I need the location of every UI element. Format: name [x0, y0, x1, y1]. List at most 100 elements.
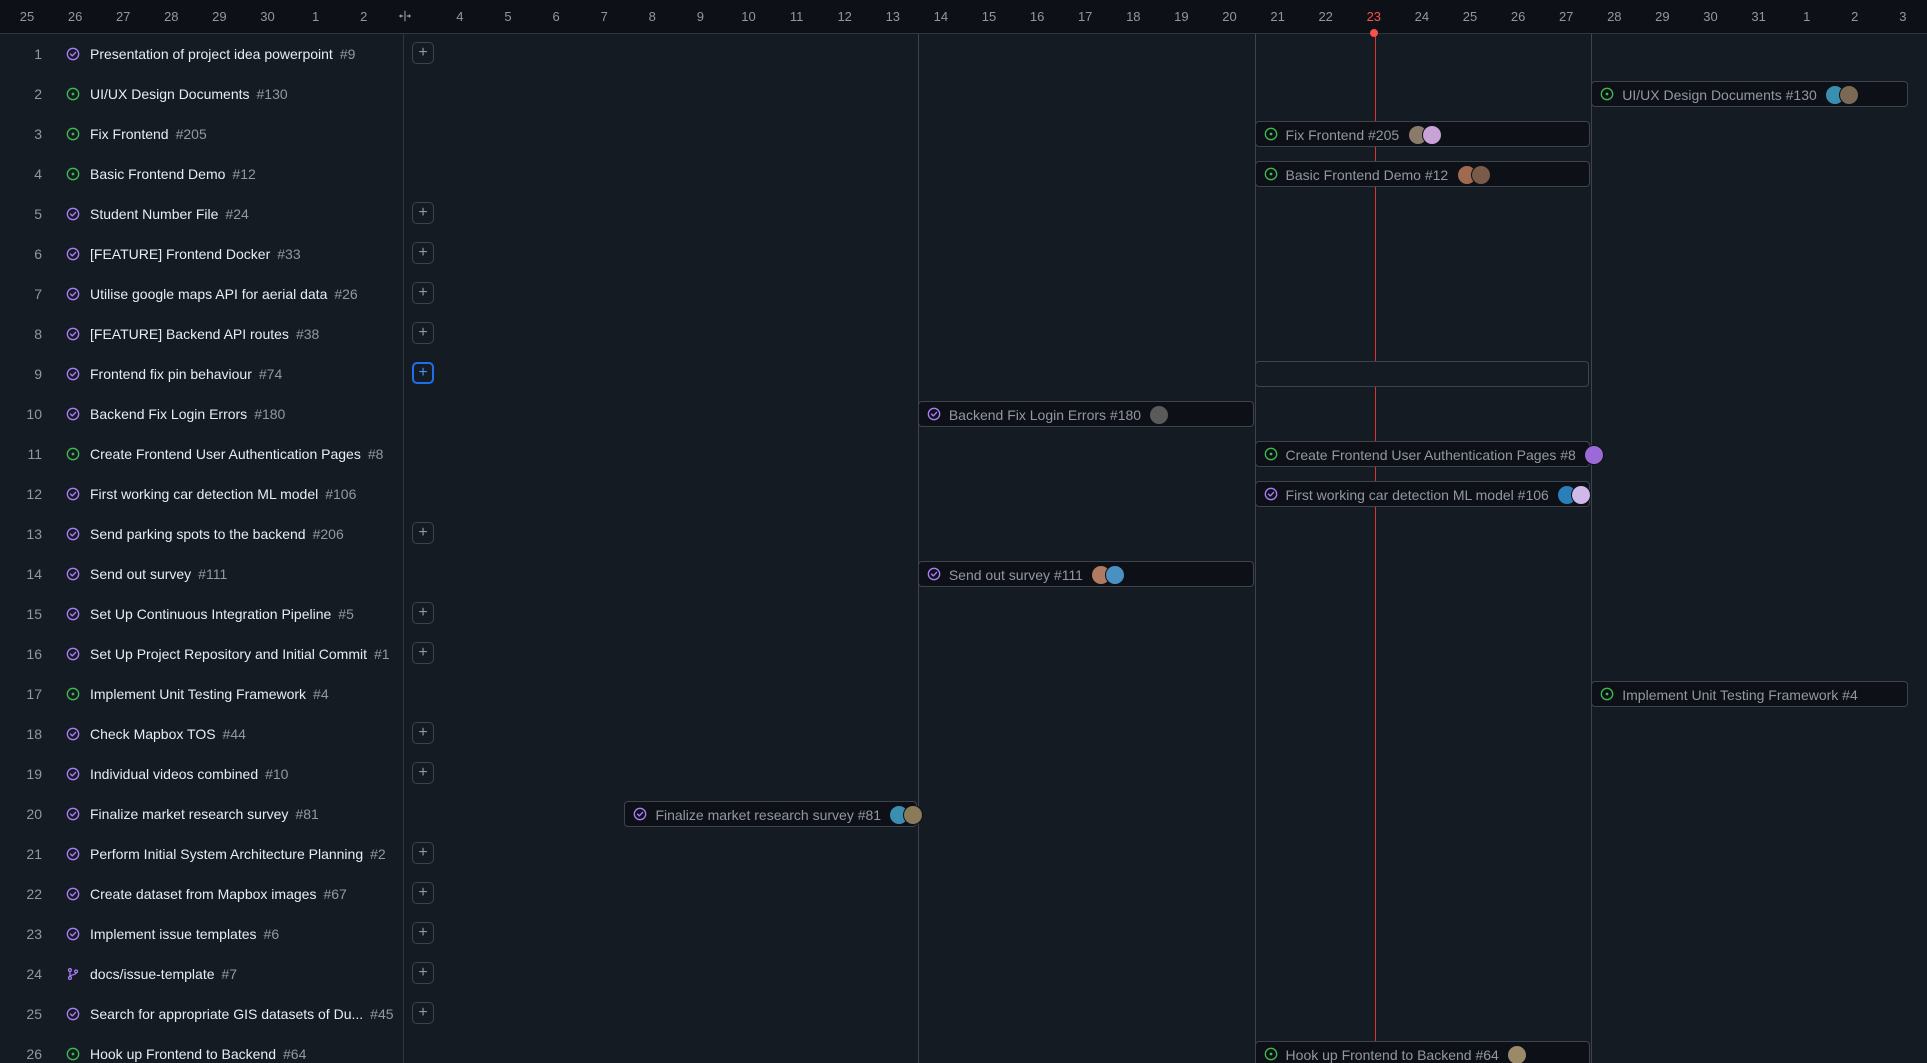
avatar[interactable]: [1421, 125, 1442, 145]
issue-title-text[interactable]: Finalize market research survey: [90, 806, 288, 822]
avatar[interactable]: [903, 805, 924, 825]
issue-title-text[interactable]: Presentation of project idea powerpoint: [90, 46, 333, 62]
issue-title[interactable]: Implement issue templates #6: [90, 926, 279, 942]
add-date-button[interactable]: +: [412, 1002, 434, 1024]
table-row[interactable]: 17 Implement Unit Testing Framework #4: [0, 674, 403, 715]
issue-title[interactable]: Check Mapbox TOS #44: [90, 726, 246, 742]
issue-title[interactable]: Basic Frontend Demo #12: [90, 166, 256, 182]
table-row[interactable]: 5 Student Number File #24: [0, 194, 403, 235]
assignee-avatars[interactable]: [1556, 485, 1591, 505]
table-row[interactable]: 20 Finalize market research survey #81: [0, 794, 403, 835]
issue-title-text[interactable]: [FEATURE] Frontend Docker: [90, 246, 270, 262]
issue-title-text[interactable]: Set Up Project Repository and Initial Co…: [90, 646, 367, 662]
issue-title-text[interactable]: docs/issue-template: [90, 966, 215, 982]
add-date-button[interactable]: +: [412, 242, 434, 264]
avatar[interactable]: [1583, 445, 1604, 465]
assignee-avatars[interactable]: [1583, 445, 1604, 465]
issue-title-text[interactable]: Set Up Continuous Integration Pipeline: [90, 606, 331, 622]
roadmap-bar[interactable]: Basic Frontend Demo #12: [1254, 161, 1591, 187]
add-date-button[interactable]: +: [412, 202, 434, 224]
table-row[interactable]: 18 Check Mapbox TOS #44: [0, 714, 403, 755]
issue-title-text[interactable]: Student Number File: [90, 206, 218, 222]
avatar[interactable]: [1506, 1045, 1527, 1063]
issue-title[interactable]: Create Frontend User Authentication Page…: [90, 446, 383, 462]
column-resize-icon[interactable]: [396, 7, 414, 25]
issue-title-text[interactable]: Implement issue templates: [90, 926, 257, 942]
issue-title[interactable]: Student Number File #24: [90, 206, 249, 222]
table-row[interactable]: 7 Utilise google maps API for aerial data…: [0, 274, 403, 315]
issue-title[interactable]: Presentation of project idea powerpoint #…: [90, 46, 355, 62]
issue-title-text[interactable]: Implement Unit Testing Framework: [90, 686, 306, 702]
roadmap-bar[interactable]: Hook up Frontend to Backend #64: [1254, 1041, 1591, 1063]
issue-title[interactable]: Implement Unit Testing Framework #4: [90, 686, 329, 702]
issue-title[interactable]: Utilise google maps API for aerial data #…: [90, 286, 358, 302]
table-row[interactable]: 8 [FEATURE] Backend API routes #38: [0, 314, 403, 355]
roadmap-bar[interactable]: Fix Frontend #205: [1254, 121, 1591, 147]
add-date-button[interactable]: +: [412, 282, 434, 304]
date-range-placeholder[interactable]: [1254, 361, 1590, 387]
issue-title[interactable]: Create dataset from Mapbox images #67: [90, 886, 347, 902]
add-date-button[interactable]: +: [412, 922, 434, 944]
table-row[interactable]: 19 Individual videos combined #10: [0, 754, 403, 795]
issue-title[interactable]: [FEATURE] Backend API routes #38: [90, 326, 319, 342]
add-date-button[interactable]: +: [412, 722, 434, 744]
issue-title-text[interactable]: Basic Frontend Demo: [90, 166, 225, 182]
issue-title[interactable]: [FEATURE] Frontend Docker #33: [90, 246, 301, 262]
roadmap-bar[interactable]: Backend Fix Login Errors #180: [917, 401, 1254, 427]
table-row[interactable]: 24 docs/issue-template #7: [0, 954, 403, 995]
roadmap-bar[interactable]: Finalize market research survey #81: [624, 801, 924, 827]
add-date-button[interactable]: +: [412, 362, 434, 384]
table-row[interactable]: 6 [FEATURE] Frontend Docker #33: [0, 234, 403, 275]
issue-title-text[interactable]: Fix Frontend: [90, 126, 169, 142]
issue-title-text[interactable]: Backend Fix Login Errors: [90, 406, 247, 422]
roadmap-bar[interactable]: Implement Unit Testing Framework #4: [1591, 681, 1908, 707]
avatar[interactable]: [1570, 485, 1591, 505]
issue-title-text[interactable]: Utilise google maps API for aerial data: [90, 286, 327, 302]
issue-title[interactable]: Backend Fix Login Errors #180: [90, 406, 285, 422]
avatar[interactable]: [1839, 85, 1860, 105]
add-date-button[interactable]: +: [412, 42, 434, 64]
issue-title[interactable]: Set Up Continuous Integration Pipeline #5: [90, 606, 354, 622]
issue-title-text[interactable]: Check Mapbox TOS: [90, 726, 216, 742]
table-row[interactable]: 2 UI/UX Design Documents #130: [0, 74, 403, 115]
assignee-avatars[interactable]: [1825, 85, 1860, 105]
issue-title-text[interactable]: Perform Initial System Architecture Plan…: [90, 846, 363, 862]
add-date-button[interactable]: +: [412, 842, 434, 864]
assignee-avatars[interactable]: [889, 805, 924, 825]
table-row[interactable]: 4 Basic Frontend Demo #12: [0, 154, 403, 195]
table-row[interactable]: 14 Send out survey #111: [0, 554, 403, 595]
assignee-avatars[interactable]: [1407, 125, 1442, 145]
issue-title-text[interactable]: Send parking spots to the backend: [90, 526, 306, 542]
issue-title[interactable]: docs/issue-template #7: [90, 966, 237, 982]
add-date-button[interactable]: +: [412, 522, 434, 544]
add-date-button[interactable]: +: [412, 762, 434, 784]
add-date-button[interactable]: +: [412, 962, 434, 984]
issue-title[interactable]: Set Up Project Repository and Initial Co…: [90, 646, 390, 662]
roadmap-bar[interactable]: Send out survey #111: [917, 561, 1254, 587]
issue-title[interactable]: Search for appropriate GIS datasets of D…: [90, 1006, 394, 1022]
assignee-avatars[interactable]: [1506, 1045, 1527, 1063]
issue-title-text[interactable]: UI/UX Design Documents: [90, 86, 250, 102]
table-row[interactable]: 3 Fix Frontend #205: [0, 114, 403, 155]
table-row[interactable]: 16 Set Up Project Repository and Initial …: [0, 634, 403, 675]
assignee-avatars[interactable]: [1148, 405, 1169, 425]
roadmap-bar[interactable]: UI/UX Design Documents #130: [1591, 81, 1908, 107]
table-row[interactable]: 13 Send parking spots to the backend #206: [0, 514, 403, 555]
table-row[interactable]: 9 Frontend fix pin behaviour #74: [0, 354, 403, 395]
roadmap-bar[interactable]: Create Frontend User Authentication Page…: [1254, 441, 1604, 467]
assignee-avatars[interactable]: [1456, 165, 1491, 185]
issue-title[interactable]: Fix Frontend #205: [90, 126, 207, 142]
table-row[interactable]: 21 Perform Initial System Architecture Pl…: [0, 834, 403, 875]
issue-title-text[interactable]: Create dataset from Mapbox images: [90, 886, 316, 902]
table-row[interactable]: 23 Implement issue templates #6: [0, 914, 403, 955]
issue-title[interactable]: Hook up Frontend to Backend #64: [90, 1046, 306, 1062]
issue-title[interactable]: Send parking spots to the backend #206: [90, 526, 344, 542]
table-row[interactable]: 10 Backend Fix Login Errors #180: [0, 394, 403, 435]
table-row[interactable]: 15 Set Up Continuous Integration Pipeline…: [0, 594, 403, 635]
issue-title[interactable]: Finalize market research survey #81: [90, 806, 319, 822]
issue-title-text[interactable]: Search for appropriate GIS datasets of D…: [90, 1006, 363, 1022]
avatar[interactable]: [1148, 405, 1169, 425]
table-row[interactable]: 25 Search for appropriate GIS datasets of…: [0, 994, 403, 1035]
issue-title-text[interactable]: Send out survey: [90, 566, 191, 582]
issue-title-text[interactable]: Individual videos combined: [90, 766, 258, 782]
